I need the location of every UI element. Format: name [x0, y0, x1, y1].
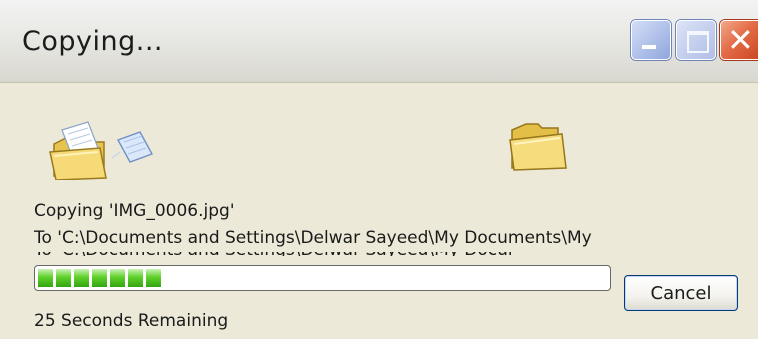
source-folder-icon	[49, 121, 154, 180]
cancel-button[interactable]: Cancel	[624, 275, 738, 311]
title-bar[interactable]: Copying... ✕	[0, 0, 758, 83]
progress-segment	[110, 269, 125, 287]
maximize-button[interactable]	[676, 20, 716, 60]
progress-bar	[34, 265, 611, 291]
destination-path-text: To 'C:\Documents and Settings\Delwar Say…	[34, 228, 592, 248]
progress-segment	[74, 269, 89, 287]
progress-segment	[92, 269, 107, 287]
progress-fill	[38, 269, 161, 287]
maximize-icon	[687, 31, 709, 53]
progress-segment	[128, 269, 143, 287]
destination-folder-icon	[509, 123, 567, 171]
clipped-text-line: To 'C:\Documents and Settings\Delwar Say…	[34, 252, 514, 256]
close-icon: ✕	[727, 21, 754, 59]
progress-segment	[38, 269, 53, 287]
clipped-text-fragment: To 'C:\Documents and Settings\Delwar Say…	[34, 252, 514, 256]
close-button[interactable]: ✕	[720, 20, 758, 60]
time-remaining-text: 25 Seconds Remaining	[34, 311, 229, 331]
window-title: Copying...	[22, 26, 163, 57]
progress-segment	[56, 269, 71, 287]
minimize-button[interactable]	[631, 20, 671, 60]
progress-segment	[146, 269, 161, 287]
minimize-icon	[642, 45, 656, 49]
copying-filename-text: Copying 'IMG_0006.jpg'	[34, 201, 235, 221]
copy-dialog: Copying... ✕ Copying 'IMG_0006.jpg' To '…	[0, 0, 758, 339]
